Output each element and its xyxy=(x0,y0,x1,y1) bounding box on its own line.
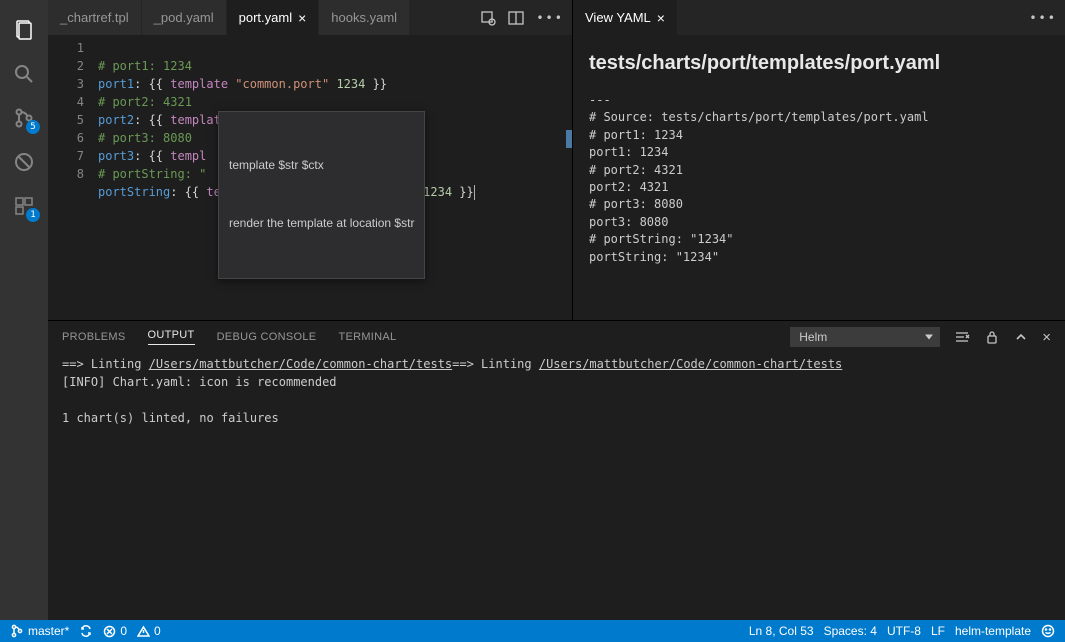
scm-badge: 5 xyxy=(26,120,40,134)
minimap[interactable] xyxy=(562,35,572,320)
status-branch[interactable]: master* xyxy=(10,624,69,638)
tab-chartref[interactable]: _chartref.tpl xyxy=(48,0,142,35)
clear-output-icon[interactable] xyxy=(954,329,970,345)
activity-search[interactable] xyxy=(0,52,48,96)
status-warnings[interactable]: 0 xyxy=(137,624,161,638)
hover-tooltip: template $str $ctx render the template a… xyxy=(218,111,425,279)
panel-tab-output[interactable]: OUTPUT xyxy=(148,329,195,345)
chevron-up-icon[interactable] xyxy=(1014,330,1028,344)
panel-tab-problems[interactable]: PROBLEMS xyxy=(62,331,126,343)
status-encoding[interactable]: UTF-8 xyxy=(887,624,921,638)
tab-port[interactable]: port.yaml× xyxy=(227,0,320,35)
ext-badge: 1 xyxy=(26,208,40,222)
editor-tabs-right: View YAML× ••• xyxy=(573,0,1065,35)
tooltip-signature: template $str $ctx xyxy=(229,156,414,175)
preview-title: tests/charts/port/templates/port.yaml xyxy=(589,49,1049,78)
activity-scm[interactable]: 5 xyxy=(0,96,48,140)
close-icon[interactable]: × xyxy=(298,10,306,26)
status-errors[interactable]: 0 xyxy=(103,624,127,638)
tab-pod[interactable]: _pod.yaml xyxy=(142,0,227,35)
tab-hooks[interactable]: hooks.yaml xyxy=(319,0,410,35)
code-editor[interactable]: 12345678 # port1: 1234 port1: {{ templat… xyxy=(48,35,572,320)
bottom-panel: PROBLEMS OUTPUT DEBUG CONSOLE TERMINAL H… xyxy=(48,320,1065,620)
status-ln-col[interactable]: Ln 8, Col 53 xyxy=(749,624,814,638)
output-body[interactable]: ==> Linting /Users/mattbutcher/Code/comm… xyxy=(48,353,1065,620)
panel-tab-debug[interactable]: DEBUG CONSOLE xyxy=(217,331,317,343)
activity-bar: 5 1 xyxy=(0,0,48,620)
split-editor-icon[interactable] xyxy=(508,10,524,26)
gutter: 12345678 xyxy=(48,35,98,320)
lock-scroll-icon[interactable] xyxy=(984,329,1000,345)
more-icon[interactable]: ••• xyxy=(536,11,564,25)
preview-pane[interactable]: tests/charts/port/templates/port.yaml --… xyxy=(573,35,1065,320)
status-sync[interactable] xyxy=(79,624,93,638)
activity-explorer[interactable] xyxy=(0,8,48,52)
tooltip-doc: render the template at location $str xyxy=(229,214,414,233)
activity-debug[interactable] xyxy=(0,140,48,184)
status-spaces[interactable]: Spaces: 4 xyxy=(824,624,877,638)
more-icon[interactable]: ••• xyxy=(1029,11,1057,25)
editor-tabs-left: _chartref.tpl _pod.yaml port.yaml× hooks… xyxy=(48,0,572,35)
status-language[interactable]: helm-template xyxy=(955,624,1031,638)
preview-body: --- # Source: tests/charts/port/template… xyxy=(589,92,1049,266)
close-panel-icon[interactable]: × xyxy=(1042,329,1051,346)
compare-icon[interactable] xyxy=(480,10,496,26)
output-channel-select[interactable]: Helm xyxy=(790,327,940,347)
tab-view-yaml[interactable]: View YAML× xyxy=(573,0,678,35)
status-bar: master* 0 0 Ln 8, Col 53 Spaces: 4 UTF-8… xyxy=(0,620,1065,642)
close-icon[interactable]: × xyxy=(657,10,665,26)
activity-extensions[interactable]: 1 xyxy=(0,184,48,228)
panel-tab-terminal[interactable]: TERMINAL xyxy=(338,331,396,343)
status-feedback-icon[interactable] xyxy=(1041,624,1055,638)
status-eol[interactable]: LF xyxy=(931,624,945,638)
